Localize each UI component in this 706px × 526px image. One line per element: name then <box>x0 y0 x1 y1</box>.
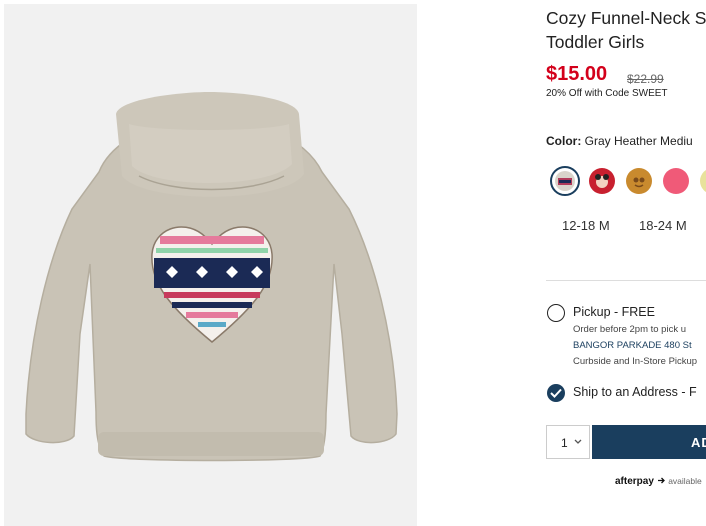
pickup-radio[interactable] <box>547 304 565 322</box>
section-divider <box>546 280 706 281</box>
promo-text: 20% Off with Code SWEET <box>546 88 668 99</box>
ship-label: Ship to an Address - F <box>573 385 697 399</box>
store-link[interactable]: BANGOR PARKADE 480 St <box>573 340 692 351</box>
quantity-select[interactable]: 1 <box>546 425 590 459</box>
color-swatch-gray[interactable] <box>550 166 580 196</box>
afterpay-text: available <box>668 476 702 486</box>
product-title-line-2: Toddler Girls <box>546 32 645 52</box>
ship-radio[interactable] <box>547 384 565 402</box>
add-to-bag-label: AD <box>691 435 706 450</box>
color-swatch-yellow[interactable] <box>700 168 706 194</box>
color-swatch-pink[interactable] <box>663 168 689 194</box>
afterpay-logo: afterpay <box>615 476 654 487</box>
size-option-18-24m[interactable]: 18-24 M <box>639 218 687 233</box>
quantity-value: 1 <box>561 436 568 450</box>
pickup-label: Pickup - FREE <box>573 305 655 319</box>
color-label: Color: <box>546 134 582 148</box>
product-image[interactable] <box>4 4 417 526</box>
chevron-down-icon <box>574 439 582 444</box>
color-value: Gray Heather Mediu <box>584 134 693 148</box>
check-icon <box>550 388 562 398</box>
product-info-panel: Cozy Funnel-Neck S Toddler Girls $15.00 … <box>546 0 706 526</box>
sale-price: $15.00 <box>546 63 608 85</box>
product-title-line-1: Cozy Funnel-Neck S <box>546 8 706 28</box>
original-price: $22.99 <box>627 72 664 86</box>
afterpay-arrow-icon <box>657 477 665 484</box>
color-swatch-red[interactable] <box>589 168 615 194</box>
color-swatch-mustard[interactable] <box>626 168 652 194</box>
product-title: Cozy Funnel-Neck S Toddler Girls <box>546 6 706 54</box>
pickup-note: Order before 2pm to pick u <box>573 324 686 335</box>
pickup-options: Curbside and In-Store Pickup <box>573 356 698 367</box>
color-selection: Color: Gray Heather Mediu <box>546 134 693 148</box>
add-to-bag-button[interactable]: AD <box>592 425 706 459</box>
size-option-12-18m[interactable]: 12-18 M <box>562 218 610 233</box>
afterpay-note: afterpay available <box>615 476 702 487</box>
